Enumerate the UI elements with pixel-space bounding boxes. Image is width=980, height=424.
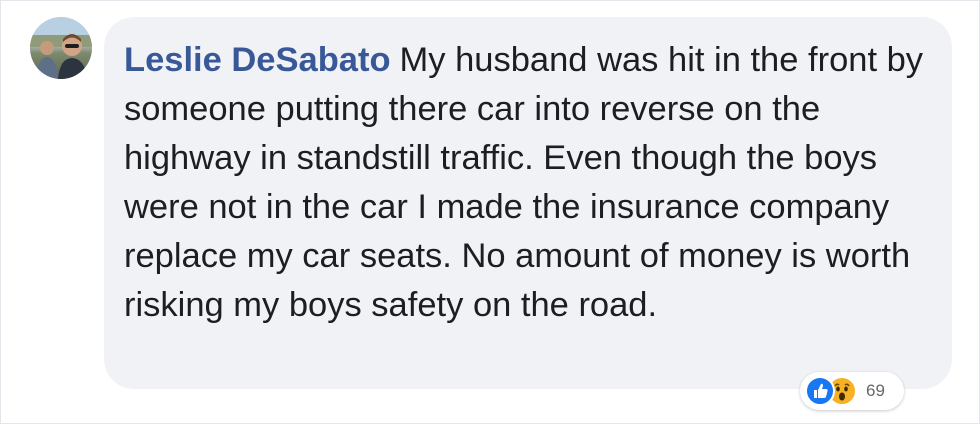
- comment-body: Leslie DeSabato My husband was hit in the…: [124, 36, 944, 329]
- reactions-summary[interactable]: 69: [800, 372, 904, 410]
- comment-author-link[interactable]: Leslie DeSabato: [124, 41, 391, 79]
- avatar[interactable]: [30, 17, 92, 79]
- comment-text: My husband was hit in the front by someo…: [124, 41, 924, 324]
- thumbs-up-icon: [805, 376, 835, 406]
- reaction-count: 69: [866, 381, 885, 400]
